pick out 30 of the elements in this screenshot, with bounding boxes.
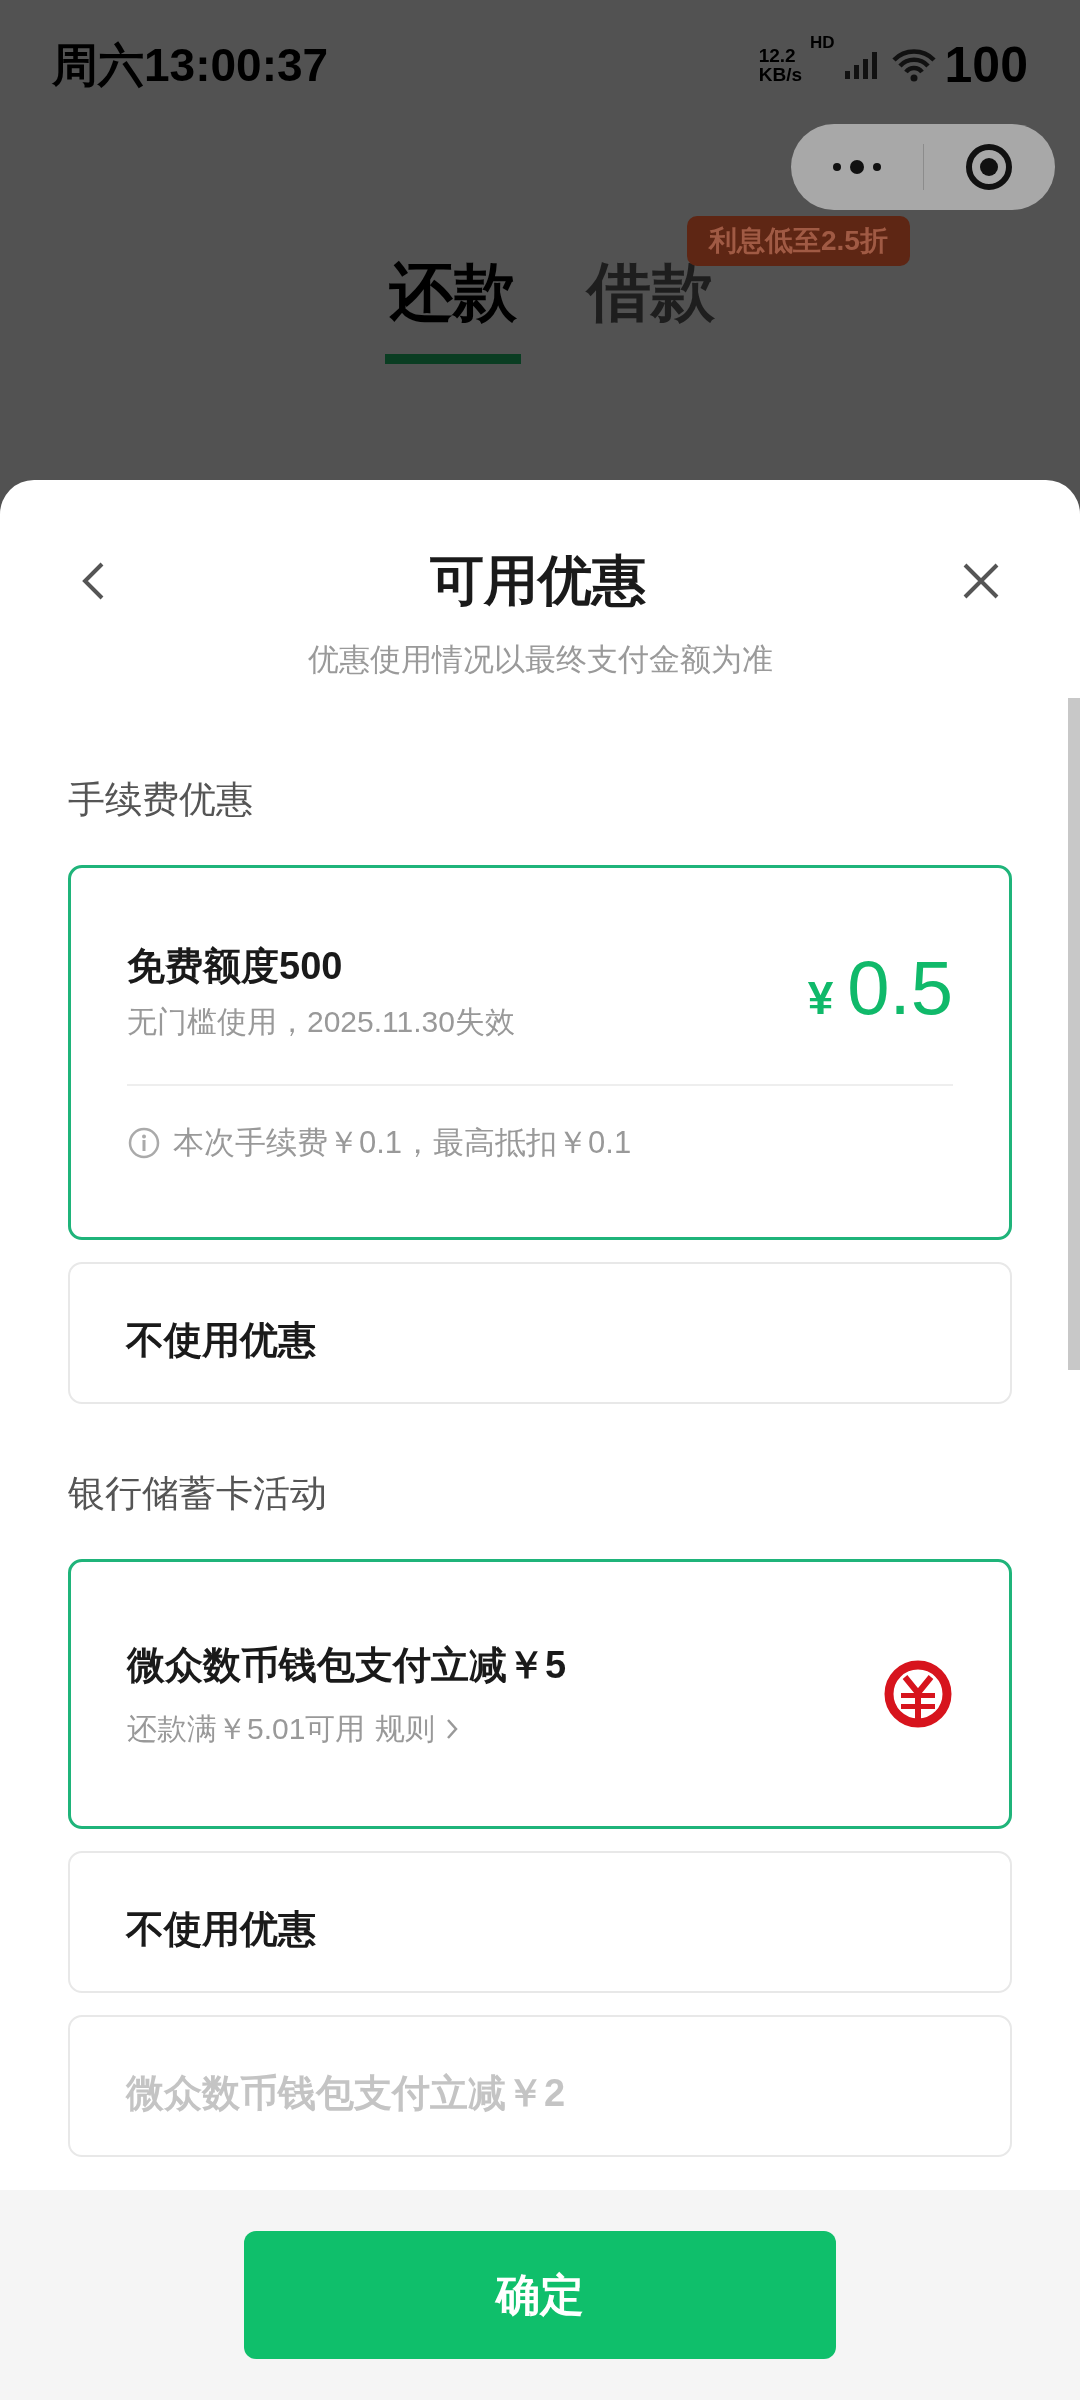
coupon-note: 本次手续费￥0.1，最高抵扣￥0.1 [173, 1124, 632, 1162]
info-icon [127, 1126, 161, 1161]
back-icon [80, 560, 106, 601]
battery-level: 100 [944, 35, 1028, 95]
network-speed: 12.2 [758, 46, 797, 65]
network-type: HD [810, 31, 835, 54]
coupon-card[interactable]: 不使用优惠 [68, 1851, 1012, 1993]
target-icon [964, 142, 1015, 192]
section-heading: 银行储蓄卡活动 [68, 1471, 328, 1516]
coupon-title: 免费额度500 [127, 944, 344, 989]
coupon-detail: 无门槛使用，2025.11.30失效 [127, 1004, 515, 1040]
more-icon [830, 159, 883, 175]
coupon-amount: 0.5 [847, 949, 953, 1026]
coupon-title: 微众数币钱包支付立减￥2 [126, 2071, 566, 2116]
wifi-icon [890, 47, 937, 83]
currency-sign: ¥ [807, 970, 834, 1026]
sheet-title: 可用优惠 [430, 549, 646, 612]
coupon-detail: 还款满￥5.01可用 [127, 1711, 366, 1747]
digital-yuan-icon [883, 1659, 953, 1729]
speed-unit: KB/s [758, 65, 802, 84]
coupon-title: 不使用优惠 [126, 1317, 316, 1363]
section-heading: 手续费优惠 [68, 777, 254, 822]
coupon-card[interactable]: 不使用优惠 [68, 1261, 1012, 1404]
coupon-card[interactable]: 微众数币钱包支付立减￥5 还款满￥5.01可用 规则 [68, 1559, 1012, 1829]
coupon-title: 不使用优惠 [126, 1907, 316, 1952]
close-icon [962, 561, 1000, 600]
status-time: 周六13:00:37 [52, 37, 329, 93]
sheet-subtitle: 优惠使用情况以最终支付金额为准 [306, 641, 774, 679]
coupon-card[interactable]: 免费额度500 无门槛使用，2025.11.30失效 ¥ 0.5 本次手续费￥0.1，最高抵扣￥0.1 [68, 865, 1012, 1240]
coupon-title: 微众数币钱包支付立减￥5 [127, 1643, 567, 1688]
